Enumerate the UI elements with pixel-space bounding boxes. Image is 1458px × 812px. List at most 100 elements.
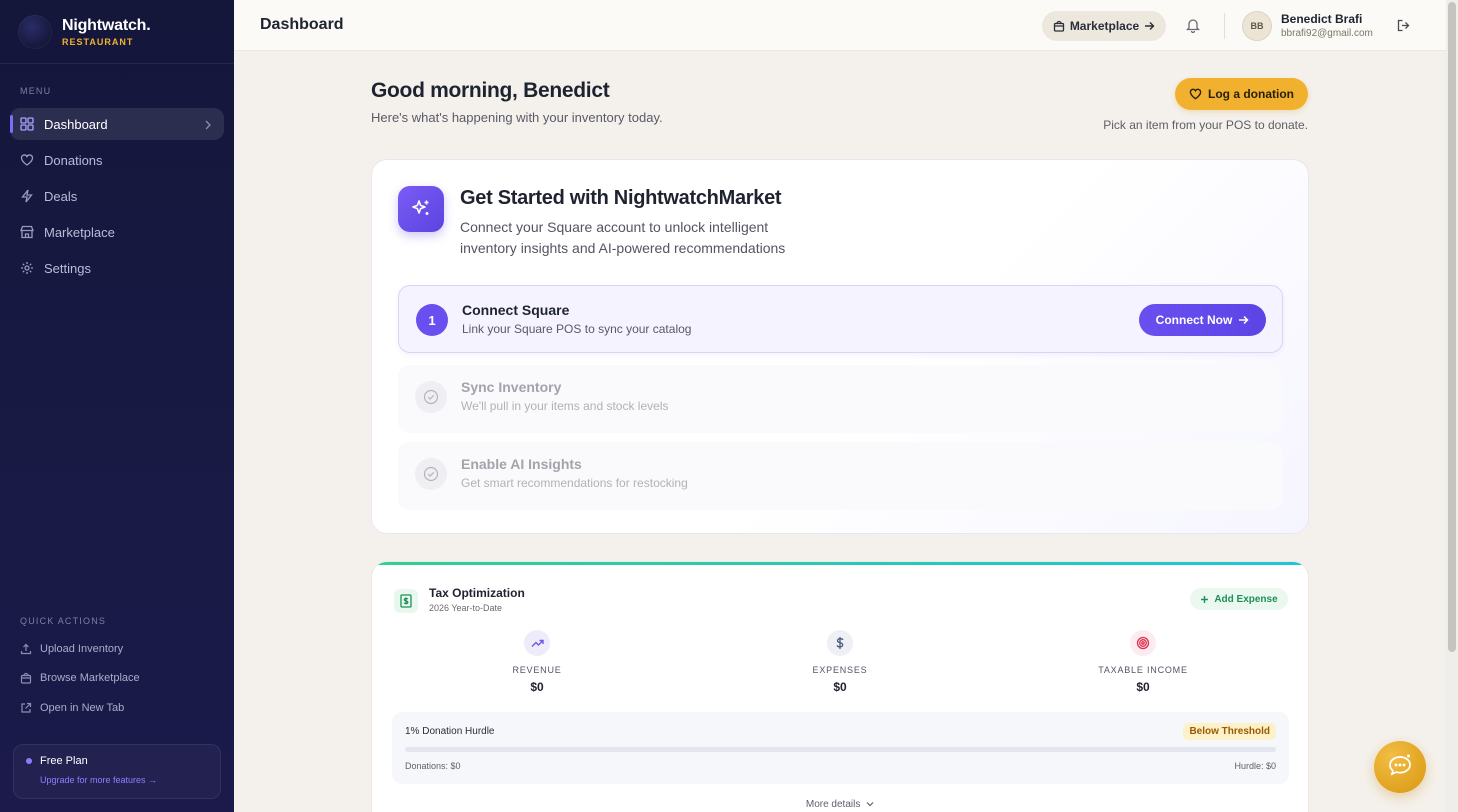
bag-icon [20,672,32,684]
quick-action-label: Open in New Tab [40,701,125,714]
hurdle-progress-bar [405,747,1276,752]
arrow-right-icon [1144,21,1155,31]
metric-label: EXPENSES [812,665,868,675]
connect-now-button[interactable]: Connect Now [1139,304,1266,336]
card-accent-bar [372,562,1308,565]
sidebar-item-label: Deals [44,188,78,204]
sidebar-item-marketplace[interactable]: Marketplace [10,216,224,248]
chat-button[interactable] [1374,741,1426,793]
tax-optimization-card: Tax Optimization 2026 Year-to-Date Add E… [371,561,1309,812]
external-link-icon [20,702,32,714]
sidebar: Nightwatch. RESTAURANT MENU Dashboard Do… [0,0,234,812]
add-expense-button[interactable]: Add Expense [1190,588,1288,610]
log-donation-label: Log a donation [1208,87,1294,101]
sidebar-item-donations[interactable]: Donations [10,144,224,176]
target-icon [1130,630,1156,656]
more-details-label: More details [805,799,861,811]
tax-subtitle: 2026 Year-to-Date [429,603,503,613]
metric-label: TAXABLE INCOME [1098,665,1188,675]
plan-status-dot [26,758,32,764]
log-donation-button[interactable]: Log a donation [1175,78,1308,110]
sidebar-item-label: Donations [44,152,103,168]
sidebar-item-label: Marketplace [44,224,115,240]
hurdle-target: Hurdle: $0 [1234,761,1276,771]
brand-logo [18,14,52,49]
quick-action-label: Browse Marketplace [40,672,140,685]
metric-value: $0 [1136,680,1150,694]
sidebar-item-deals[interactable]: Deals [10,180,224,212]
get-started-title: Get Started with NightwatchMarket [460,187,782,209]
user-email: bbrafi92@gmail.com [1281,28,1373,39]
bag-icon [1053,20,1065,32]
avatar[interactable]: BB [1242,11,1272,41]
plus-icon [1200,595,1209,604]
metric-value: $0 [530,680,544,694]
check-circle-icon [415,381,447,413]
trending-up-icon [524,630,550,656]
step-description: Link your Square POS to sync your catalo… [462,322,692,336]
step-title: Enable AI Insights [461,456,582,472]
greeting-subtitle: Here's what's happening with your invent… [371,110,663,125]
check-circle-icon [415,458,447,490]
step-enable-ai-insights: Enable AI Insights Get smart recommendat… [398,442,1283,510]
brand-subtitle: RESTAURANT [62,36,134,47]
step-title: Sync Inventory [461,379,562,395]
menu-label: MENU [20,86,52,96]
brand-name: Nightwatch. [62,16,151,34]
page-title: Dashboard [260,16,344,33]
greeting-heading: Good morning, Benedict [371,79,610,102]
sparkles-icon [398,186,444,232]
logout-icon[interactable] [1397,19,1411,37]
step-number: 1 [416,304,448,336]
header-divider [1224,13,1225,39]
quick-actions-label: QUICK ACTIONS [20,616,107,626]
donate-hint: Pick an item from your POS to donate. [1103,118,1308,132]
tax-title: Tax Optimization [429,586,525,600]
metric-expenses: EXPENSES $0 [780,630,900,694]
hurdle-label: 1% Donation Hurdle [405,726,495,737]
get-started-subtitle: Connect your Square account to unlock in… [460,219,786,256]
status-badge: Below Threshold [1183,723,1276,740]
sidebar-item-label: Settings [44,260,91,276]
get-started-card: Get Started with NightwatchMarket Connec… [371,159,1309,534]
metric-label: REVENUE [512,665,562,675]
step-sync-inventory: Sync Inventory We'll pull in your items … [398,365,1283,433]
chevron-down-icon [866,799,874,810]
marketplace-button[interactable]: Marketplace [1042,11,1166,41]
upload-icon [20,643,32,655]
gear-icon [20,261,34,275]
metric-revenue: REVENUE $0 [477,630,597,694]
sidebar-item-label: Dashboard [44,116,108,132]
store-icon [20,225,34,239]
quick-action-browse-marketplace[interactable]: Browse Marketplace [0,664,234,694]
receipt-dollar-icon [394,589,418,613]
quick-action-upload-inventory[interactable]: Upload Inventory [0,634,234,664]
bolt-icon [20,189,34,203]
dollar-icon [827,630,853,656]
more-details-toggle[interactable]: More details [372,799,1308,810]
upgrade-link[interactable]: Upgrade for more features → [26,775,208,785]
sidebar-nav: Dashboard Donations Deals Marketplace Se… [0,108,234,284]
step-description: Get smart recommendations for restocking [461,476,688,490]
arrow-right-icon [1238,315,1249,325]
bell-icon[interactable] [1185,17,1201,38]
heart-icon [1189,88,1202,100]
sidebar-item-settings[interactable]: Settings [10,252,224,284]
grid-icon [20,117,34,131]
metric-value: $0 [833,680,847,694]
brand[interactable]: Nightwatch. RESTAURANT [0,0,234,64]
plan-name: Free Plan [40,755,88,767]
metric-taxable-income: TAXABLE INCOME $0 [1083,630,1203,694]
top-header: Dashboard Marketplace BB Benedict Brafi … [234,0,1446,51]
scrollbar-thumb[interactable] [1448,2,1456,652]
donation-hurdle-panel: 1% Donation Hurdle Below Threshold Donat… [392,712,1289,784]
step-title: Connect Square [462,302,570,318]
quick-action-label: Upload Inventory [40,642,124,655]
page-scrollbar[interactable] [1446,0,1458,812]
quick-actions: QUICK ACTIONS Upload Inventory Browse Ma… [0,608,234,723]
hurdle-donations: Donations: $0 [405,761,461,771]
sidebar-item-dashboard[interactable]: Dashboard [10,108,224,140]
quick-action-open-new-tab[interactable]: Open in New Tab [0,693,234,723]
step-connect-square: 1 Connect Square Link your Square POS to… [398,285,1283,353]
add-expense-label: Add Expense [1214,593,1278,605]
